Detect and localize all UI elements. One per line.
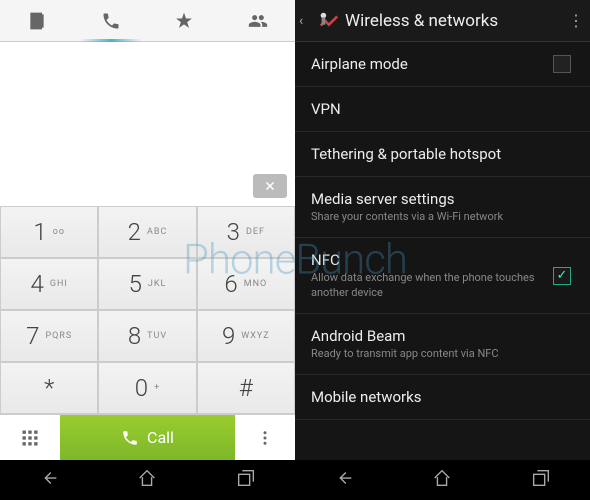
dialpad-toggle[interactable] — [0, 415, 60, 460]
key-5[interactable]: 5JKL — [98, 258, 196, 310]
backspace-icon — [264, 180, 276, 192]
back-icon — [38, 467, 60, 489]
key-2[interactable]: 2ABC — [98, 206, 196, 258]
phone-icon — [101, 11, 121, 31]
nav-bar-left — [0, 460, 295, 500]
key-8[interactable]: 8TUV — [98, 310, 196, 362]
dialpad-icon — [20, 428, 40, 448]
nav-home[interactable] — [431, 467, 453, 493]
item-nfc[interactable]: NFC Allow data exchange when the phone t… — [295, 238, 590, 314]
dialer-screen: 1oo 2ABC 3DEF 4GHI 5JKL 6MNO 7PQRS 8TUV … — [0, 0, 295, 500]
overflow-icon: ⋮ — [568, 11, 584, 30]
contacts-icon — [27, 11, 47, 31]
nav-back[interactable] — [38, 467, 60, 493]
keypad: 1oo 2ABC 3DEF 4GHI 5JKL 6MNO 7PQRS 8TUV … — [0, 206, 295, 414]
key-0[interactable]: 0+ — [98, 362, 196, 414]
item-media-server[interactable]: Media server settings Share your content… — [295, 177, 590, 238]
nfc-checkbox[interactable]: ✓ — [553, 267, 571, 285]
overflow-icon — [256, 429, 274, 447]
recent-icon — [235, 467, 257, 489]
phone-icon — [121, 429, 139, 447]
tab-groups[interactable] — [221, 0, 295, 41]
overflow-button[interactable]: ⋮ — [566, 11, 586, 30]
item-mobile-networks[interactable]: Mobile networks — [295, 375, 590, 420]
star-icon — [174, 11, 194, 31]
item-vpn[interactable]: VPN — [295, 87, 590, 132]
recent-icon — [530, 467, 552, 489]
nav-recent[interactable] — [530, 467, 552, 493]
key-9[interactable]: 9WXYZ — [197, 310, 295, 362]
tab-phone[interactable] — [74, 0, 148, 41]
tab-favorites[interactable] — [148, 0, 222, 41]
airplane-checkbox[interactable] — [553, 55, 571, 73]
key-7[interactable]: 7PQRS — [0, 310, 98, 362]
nav-recent[interactable] — [235, 467, 257, 493]
groups-icon — [248, 11, 268, 31]
nav-bar-right — [295, 460, 590, 500]
overflow-button[interactable] — [235, 415, 295, 460]
key-star[interactable]: * — [0, 362, 98, 414]
call-row: Call — [0, 414, 295, 460]
settings-icon — [317, 10, 339, 32]
key-hash[interactable]: # — [197, 362, 295, 414]
settings-list: Airplane mode VPN Tethering & portable h… — [295, 42, 590, 460]
call-label: Call — [147, 428, 174, 447]
key-6[interactable]: 6MNO — [197, 258, 295, 310]
up-button[interactable]: ‹ — [299, 13, 311, 29]
item-tethering[interactable]: Tethering & portable hotspot — [295, 132, 590, 177]
key-1[interactable]: 1oo — [0, 206, 98, 258]
dialer-tabs — [0, 0, 295, 42]
number-display — [0, 42, 295, 206]
home-icon — [431, 467, 453, 489]
tab-contacts[interactable] — [0, 0, 74, 41]
home-icon — [136, 467, 158, 489]
nav-back[interactable] — [333, 467, 355, 493]
backspace-button[interactable] — [253, 174, 287, 198]
call-button[interactable]: Call — [60, 415, 235, 460]
nav-home[interactable] — [136, 467, 158, 493]
key-3[interactable]: 3DEF — [197, 206, 295, 258]
item-airplane-mode[interactable]: Airplane mode — [295, 42, 590, 87]
item-android-beam[interactable]: Android Beam Ready to transmit app conte… — [295, 314, 590, 375]
settings-screen: ‹ Wireless & networks ⋮ Airplane mode VP… — [295, 0, 590, 500]
back-icon — [333, 467, 355, 489]
key-4[interactable]: 4GHI — [0, 258, 98, 310]
action-bar: ‹ Wireless & networks ⋮ — [295, 0, 590, 42]
action-bar-title: Wireless & networks — [317, 10, 566, 32]
